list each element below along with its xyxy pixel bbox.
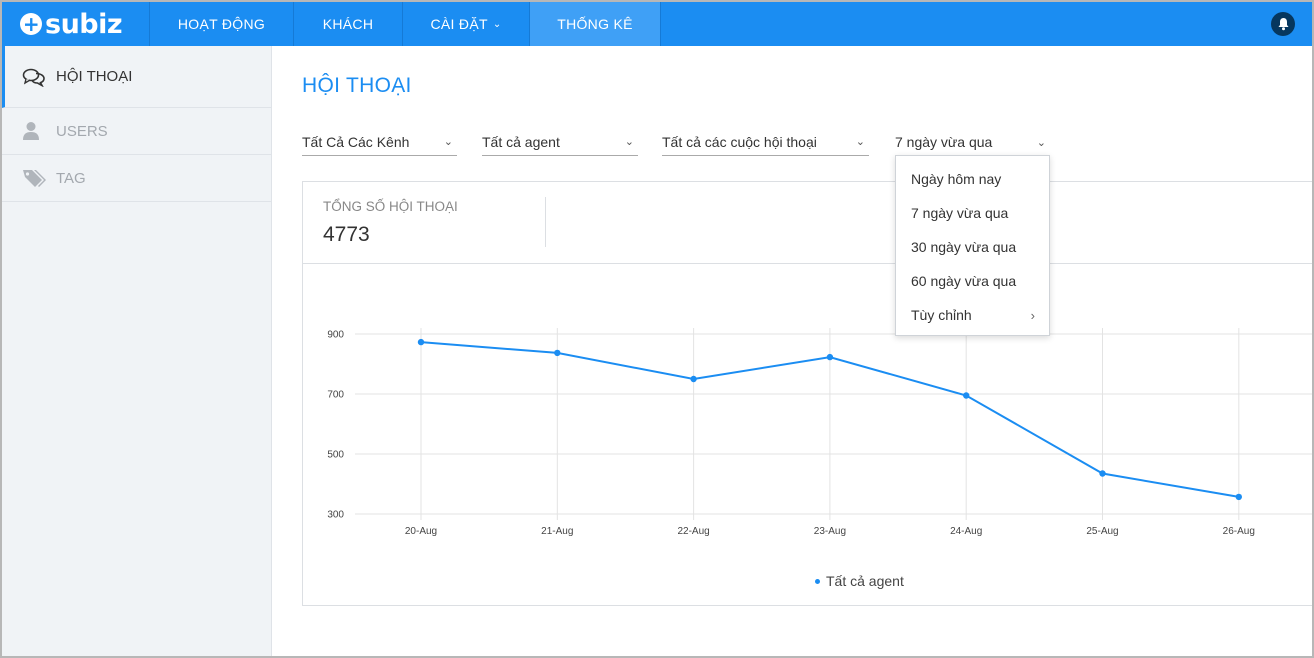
agent-select-value: Tất cả agent: [482, 133, 560, 150]
conversation-select[interactable]: Tất cả các cuộc hội thoại ⌄: [662, 128, 869, 156]
chevron-right-icon: ›: [1030, 307, 1035, 323]
nav-label: KHÁCH: [322, 16, 374, 32]
data-point: [826, 353, 834, 361]
logo-text: subiz: [45, 8, 123, 40]
channel-select[interactable]: Tất Cả Các Kênh ⌄: [302, 128, 457, 156]
logo-plus-icon: +: [20, 13, 42, 35]
period-select[interactable]: 7 ngày vừa qua ⌄: [895, 128, 1050, 156]
y-tick-label: 700: [327, 390, 344, 401]
conversations-line-chart: 300 500 700 900 20-Aug 21-Aug 22-Aug 23-Aug 24-A…: [327, 328, 1312, 537]
nav-label: HOẠT ĐỘNG: [177, 16, 266, 32]
top-navbar: + subiz HOẠT ĐỘNG KHÁCH CÀI ĐẶT ⌄ THỐNG K…: [2, 2, 1312, 46]
sidebar-item-tag[interactable]: TAG: [2, 155, 271, 202]
data-point: [417, 338, 425, 346]
y-tick-label: 300: [327, 510, 344, 521]
period-option-30-days[interactable]: 30 ngày vừa qua: [896, 230, 1049, 264]
period-dropdown-menu: Ngày hôm nay 7 ngày vừa qua 30 ngày vừa …: [895, 155, 1050, 336]
conversation-select-value: Tất cả các cuộc hội thoại: [662, 133, 817, 150]
period-option-today[interactable]: Ngày hôm nay: [896, 162, 1049, 196]
nav-khach[interactable]: KHÁCH: [294, 2, 403, 46]
option-label: Tùy chỉnh: [911, 307, 972, 323]
nav-label: THỐNG KÊ: [557, 16, 633, 32]
nav-cai-dat[interactable]: CÀI ĐẶT ⌄: [403, 2, 530, 46]
y-tick-label: 500: [327, 450, 344, 461]
x-tick-label: 24-Aug: [950, 526, 982, 537]
channel-select-value: Tất Cả Các Kênh: [302, 133, 410, 150]
x-tick-label: 22-Aug: [677, 526, 709, 537]
subiz-logo[interactable]: + subiz: [2, 2, 150, 46]
sidebar-item-users[interactable]: USERS: [2, 108, 271, 155]
x-tick-label: 20-Aug: [405, 526, 437, 537]
tag-icon: [22, 168, 48, 188]
period-option-custom[interactable]: Tùy chỉnh ›: [896, 298, 1049, 332]
nav-thong-ke[interactable]: THỐNG KÊ: [530, 2, 661, 46]
option-label: 60 ngày vừa qua: [911, 273, 1017, 289]
chat-bubbles-icon: [22, 67, 48, 87]
chevron-down-icon: ⌄: [492, 18, 502, 30]
app-window: + subiz HOẠT ĐỘNG KHÁCH CÀI ĐẶT ⌄ THỐNG K…: [0, 0, 1314, 658]
chevron-down-icon: ⌄: [1036, 136, 1046, 149]
option-label: Ngày hôm nay: [911, 171, 1002, 187]
main-content: HỘI THOẠI Tất Cả Các Kênh ⌄ Tất cả agent…: [272, 46, 1312, 656]
user-icon: [22, 121, 48, 141]
data-point: [963, 392, 970, 399]
agent-select[interactable]: Tất cả agent ⌄: [482, 128, 638, 156]
sidebar-item-hoi-thoai[interactable]: HỘI THOẠI: [2, 46, 271, 108]
legend-label: Tất cả agent: [826, 573, 904, 589]
x-tick-label: 21-Aug: [541, 526, 573, 537]
data-point: [1235, 493, 1242, 501]
y-tick-label: 900: [327, 330, 344, 341]
chart-legend[interactable]: Tất cả agent: [815, 573, 904, 589]
legend-dot-icon: [815, 578, 820, 584]
chevron-down-icon: ⌄: [855, 136, 865, 148]
chevron-down-icon: ⌄: [624, 136, 634, 148]
nav-hoat-dong[interactable]: HOẠT ĐỘNG: [150, 2, 294, 46]
stats-card: TỔNG SỐ HỘI THOẠI 4773 300 500 700 900 20-Au…: [302, 181, 1312, 606]
sidebar-item-label: TAG: [56, 169, 86, 187]
data-point: [554, 349, 561, 357]
data-point: [690, 375, 697, 383]
sidebar: HỘI THOẠI USERS TAG: [2, 46, 272, 656]
option-label: 7 ngày vừa qua: [911, 205, 1009, 221]
period-option-7-days[interactable]: 7 ngày vừa qua: [896, 196, 1049, 230]
period-select-value: 7 ngày vừa qua: [895, 134, 993, 150]
nav-label: CÀI ĐẶT: [430, 16, 488, 32]
x-tick-label: 23-Aug: [814, 526, 846, 537]
x-tick-label: 25-Aug: [1086, 526, 1118, 537]
sidebar-item-label: USERS: [56, 122, 108, 140]
x-tick-label: 26-Aug: [1223, 526, 1255, 537]
data-point: [1099, 470, 1106, 477]
page-title: HỘI THOẠI: [302, 74, 412, 97]
period-option-60-days[interactable]: 60 ngày vừa qua: [896, 264, 1049, 298]
chevron-down-icon: ⌄: [443, 136, 453, 148]
sidebar-item-label: HỘI THOẠI: [56, 68, 133, 85]
bell-glyph: [1278, 18, 1288, 31]
bell-icon[interactable]: [1271, 12, 1295, 36]
option-label: 30 ngày vừa qua: [911, 239, 1017, 255]
